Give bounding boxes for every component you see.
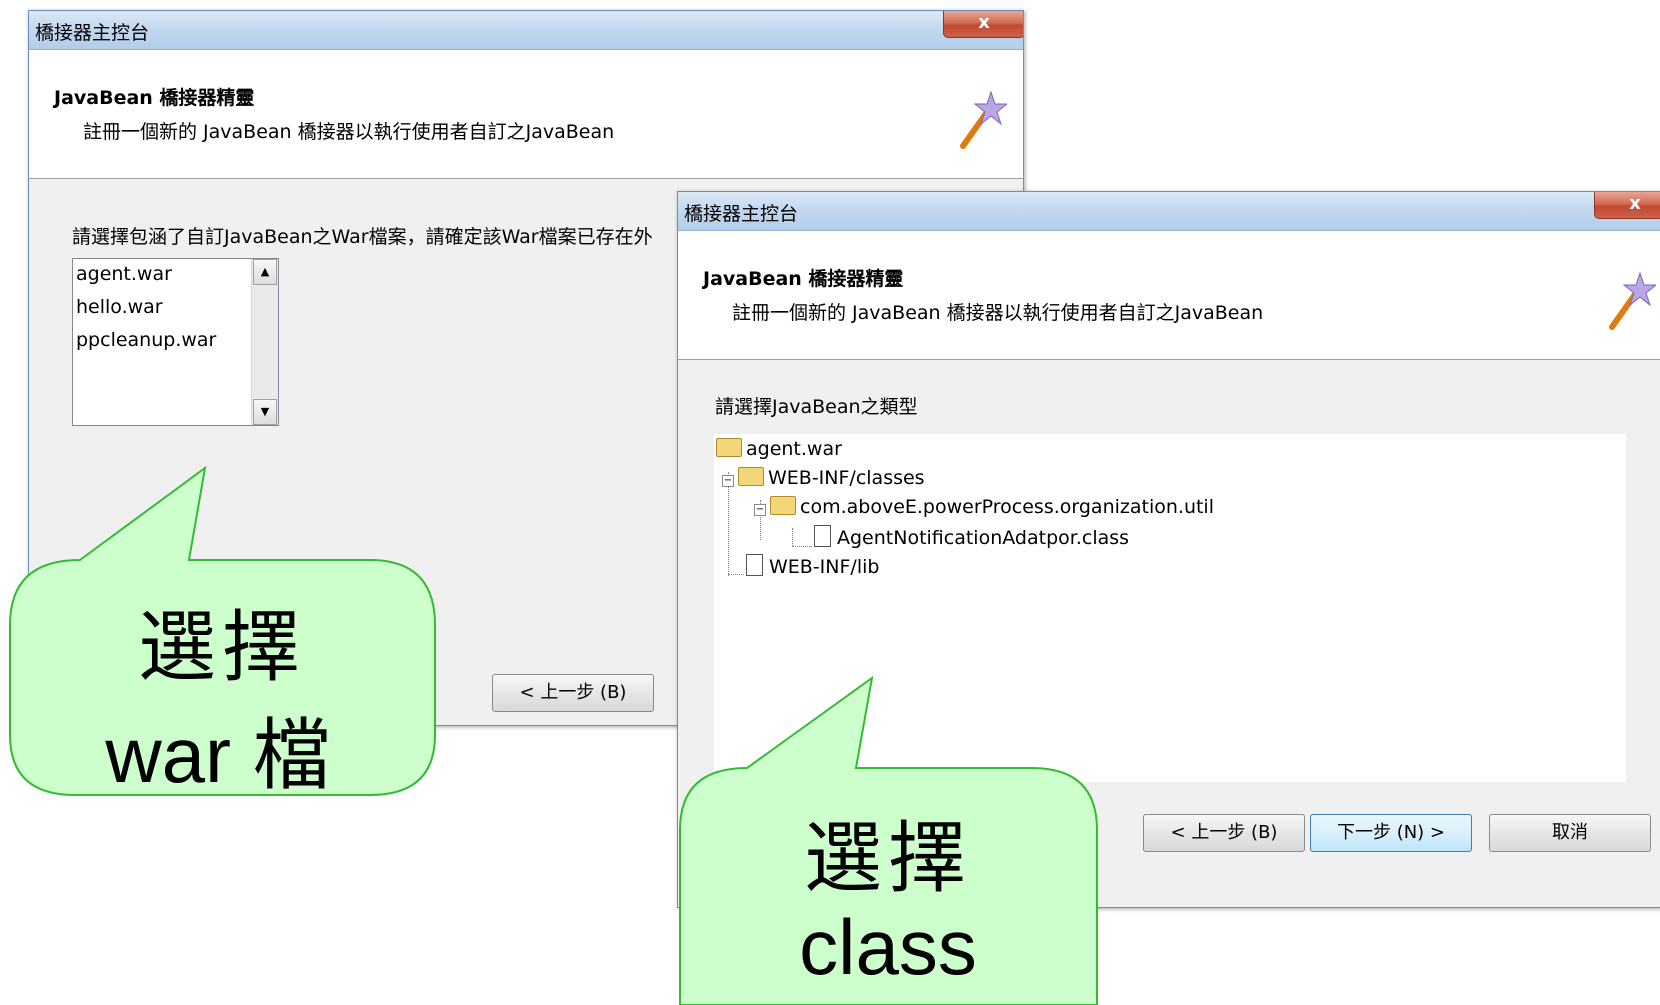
title-bar[interactable]: 橋接器主控台 x [678, 192, 1660, 231]
close-button[interactable]: x [1594, 192, 1660, 219]
folder-icon [770, 496, 796, 515]
scroll-up-icon[interactable]: ▲ [253, 259, 277, 285]
file-icon [814, 525, 831, 547]
magic-wand-icon [960, 90, 1007, 149]
tree-label: WEB-INF/lib [769, 556, 880, 578]
war-listbox[interactable]: agent.war hello.war ppcleanup.war ▲ ▼ [72, 258, 279, 426]
tree-label: WEB-INF/classes [768, 467, 925, 489]
wizard-subtitle: 註冊一個新的 JavaBean 橋接器以執行使用者自訂之JavaBean [83, 121, 615, 143]
wizard-title: JavaBean 橋接器精靈 [703, 268, 904, 290]
wizard-header: JavaBean 橋接器精靈 註冊一個新的 JavaBean 橋接器以執行使用者… [29, 50, 1023, 179]
back-button[interactable]: < 上一步 (B) [492, 674, 654, 712]
list-item[interactable]: ppcleanup.war [76, 329, 216, 351]
callout-war-line1: 選擇 [137, 603, 306, 693]
scroll-down-icon[interactable]: ▼ [253, 399, 277, 425]
tree-node-lib[interactable]: WEB-INF/lib [746, 554, 879, 578]
tree-node-classes[interactable]: − WEB-INF/classes [722, 467, 925, 489]
file-icon [746, 554, 763, 576]
war-prompt: 請選擇包涵了自訂JavaBean之War檔案，請確定該War檔案已存在外 [72, 226, 653, 248]
list-item[interactable]: agent.war [76, 263, 172, 285]
class-prompt: 請選擇JavaBean之類型 [715, 396, 918, 418]
callout-class-line2: class [799, 903, 977, 991]
back-button[interactable]: < 上一步 (B) [1143, 814, 1305, 852]
collapse-icon[interactable]: − [754, 504, 766, 516]
cancel-button[interactable]: 取消 [1489, 814, 1651, 852]
next-button[interactable]: 下一步 (N) > [1310, 814, 1472, 852]
callout-war-line2: war 檔 [105, 711, 331, 799]
magic-wand-icon [1609, 271, 1656, 330]
list-item[interactable]: hello.war [76, 296, 163, 318]
tree-label: AgentNotificationAdatpor.class [837, 527, 1130, 549]
folder-icon [738, 467, 764, 486]
tree-label: com.aboveE.powerProcess.organization.uti… [800, 496, 1214, 518]
tree-node-class-file[interactable]: AgentNotificationAdatpor.class [814, 525, 1129, 549]
callout-class-line1: 選擇 [803, 814, 972, 904]
close-button[interactable]: x [943, 11, 1023, 38]
tree-node-package[interactable]: − com.aboveE.powerProcess.organization.ut… [754, 496, 1214, 518]
window-title: 橋接器主控台 [35, 22, 150, 44]
tree-label: agent.war [746, 438, 842, 460]
wizard-subtitle: 註冊一個新的 JavaBean 橋接器以執行使用者自訂之JavaBean [732, 302, 1264, 324]
title-bar[interactable]: 橋接器主控台 x [29, 11, 1023, 50]
window-title: 橋接器主控台 [684, 203, 799, 225]
tree-node-root[interactable]: agent.war [716, 438, 842, 460]
wizard-title: JavaBean 橋接器精靈 [54, 87, 255, 109]
collapse-icon[interactable]: − [722, 475, 734, 487]
list-scrollbar[interactable]: ▲ ▼ [251, 259, 278, 425]
folder-icon [716, 438, 742, 457]
wizard-header: JavaBean 橋接器精靈 註冊一個新的 JavaBean 橋接器以執行使用者… [678, 231, 1660, 360]
